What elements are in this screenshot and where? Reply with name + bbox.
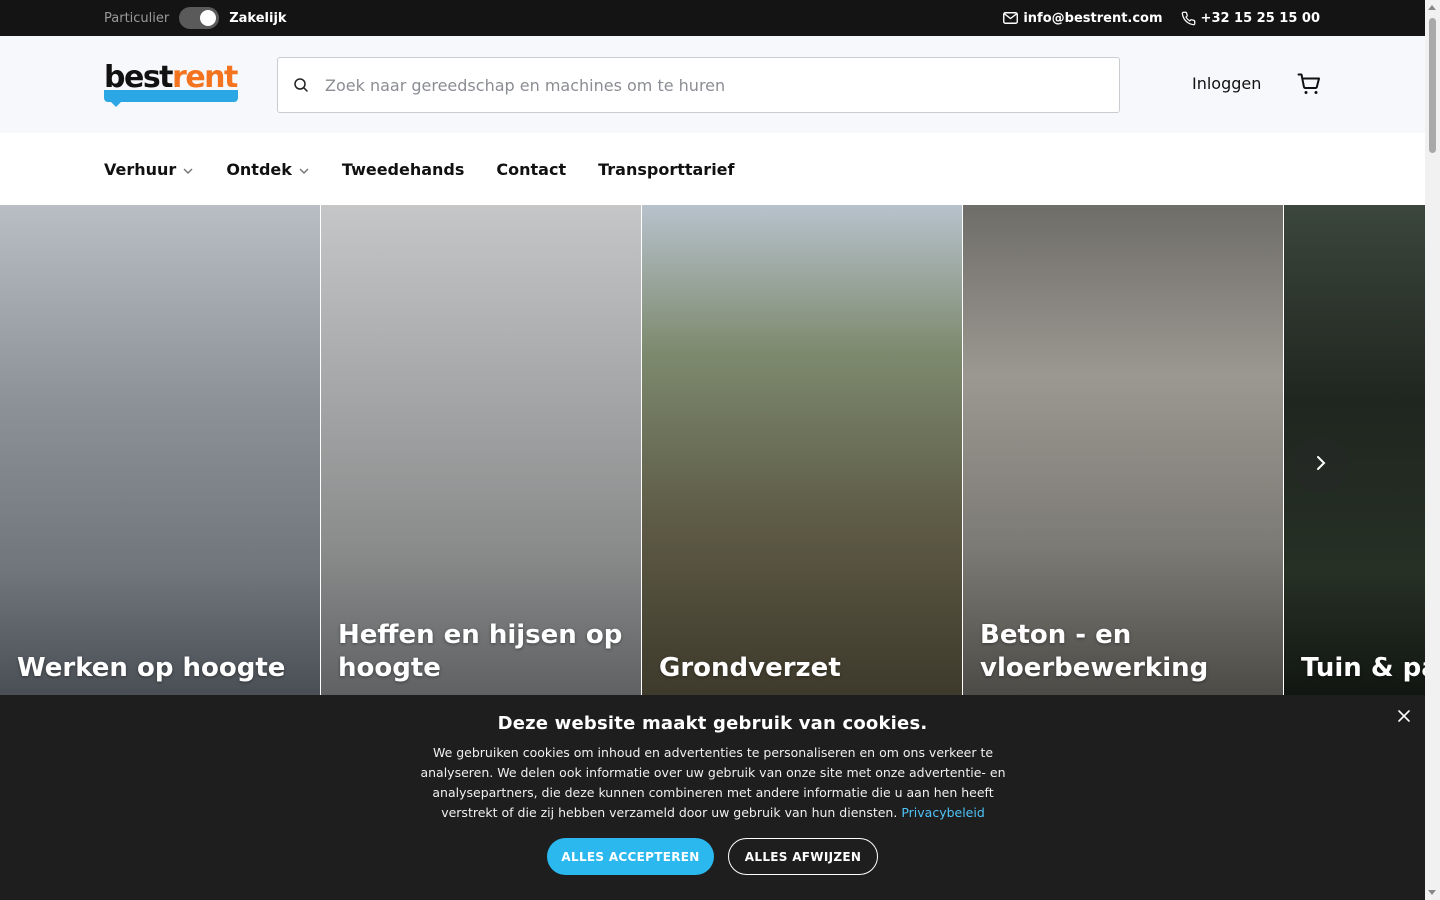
- category-tile-heffen-en-hijsen[interactable]: Heffen en hijsen op hoogte: [321, 205, 641, 695]
- nav-item-verhuur[interactable]: Verhuur: [104, 160, 194, 179]
- category-tile-werken-op-hoogte[interactable]: Werken op hoogte: [0, 205, 320, 695]
- chevron-down-icon: [298, 160, 310, 179]
- logo-wordmark: bestrent: [104, 63, 238, 93]
- category-tile-grondverzet[interactable]: Grondverzet: [642, 205, 962, 695]
- main-nav: Verhuur Ontdek Tweedehands Contact Trans…: [0, 133, 1425, 205]
- logo-best: best: [104, 60, 174, 95]
- scroll-down-arrow-icon[interactable]: [1428, 890, 1436, 895]
- customer-type-toggle[interactable]: [179, 7, 220, 29]
- customer-type-switch: Particulier Zakelijk: [104, 0, 287, 36]
- category-tile-label: Tuin & par: [1301, 653, 1425, 683]
- cookie-body: We gebruiken cookies om inhoud en advert…: [408, 743, 1018, 823]
- nav-label: Transporttarief: [598, 159, 735, 179]
- zakelijk-label[interactable]: Zakelijk: [229, 11, 286, 26]
- privacy-policy-link[interactable]: Privacybeleid: [901, 805, 984, 820]
- nav-item-transporttarief[interactable]: Transporttarief: [598, 160, 734, 179]
- carousel-next-button[interactable]: [1293, 437, 1349, 493]
- search-box[interactable]: [277, 57, 1120, 113]
- category-tile-label: Beton - en vloerbewerking: [980, 620, 1209, 683]
- nav-label: Contact: [496, 159, 567, 179]
- close-icon: [1397, 708, 1411, 727]
- email-text: info@bestrent.com: [1023, 10, 1163, 26]
- nav-label: Ontdek: [226, 159, 292, 179]
- cart-icon: [1297, 73, 1321, 100]
- toggle-knob: [200, 10, 217, 26]
- scroll-up-arrow-icon[interactable]: [1428, 5, 1436, 10]
- category-carousel: Werken op hoogte Heffen en hijsen op hoo…: [0, 205, 1425, 695]
- cookie-banner: Deze website maakt gebruik van cookies. …: [0, 695, 1425, 900]
- accept-all-cookies-button[interactable]: ALLES ACCEPTEREN: [547, 838, 714, 875]
- cookie-title: Deze website maakt gebruik van cookies.: [497, 713, 928, 734]
- email-link[interactable]: info@bestrent.com: [1003, 10, 1163, 26]
- scrollbar-thumb[interactable]: [1429, 18, 1436, 153]
- chevron-right-icon: [1315, 455, 1327, 475]
- reject-all-cookies-button[interactable]: ALLES AFWIJZEN: [728, 838, 878, 875]
- site-header: bestrent Inloggen: [0, 36, 1425, 133]
- login-link[interactable]: Inloggen: [1192, 74, 1261, 93]
- search-input[interactable]: [325, 75, 1085, 95]
- cart-button[interactable]: [1297, 72, 1321, 100]
- logo-rent: rent: [172, 60, 238, 95]
- cookie-close-button[interactable]: [1397, 708, 1411, 727]
- category-tile-label: Grondverzet: [659, 653, 841, 683]
- category-tile-label: Heffen en hijsen op hoogte: [338, 620, 623, 683]
- search-icon: [293, 77, 309, 93]
- nav-label: Tweedehands: [341, 159, 465, 179]
- phone-icon: [1181, 11, 1196, 26]
- bestrent-logo[interactable]: bestrent: [104, 63, 238, 107]
- page-scrollbar[interactable]: [1425, 0, 1440, 900]
- chevron-down-icon: [182, 160, 194, 179]
- nav-label: Verhuur: [104, 159, 177, 179]
- mail-icon: [1003, 12, 1019, 24]
- category-tile-label: Werken op hoogte: [17, 653, 286, 683]
- phone-link[interactable]: +32 15 25 15 00: [1181, 11, 1320, 26]
- particulier-label[interactable]: Particulier: [104, 11, 169, 26]
- top-bar: Particulier Zakelijk info@bestrent.com +…: [0, 0, 1425, 36]
- nav-item-contact[interactable]: Contact: [496, 160, 566, 179]
- nav-item-tweedehands[interactable]: Tweedehands: [342, 160, 465, 179]
- category-tile-beton-en-vloerbewerking[interactable]: Beton - en vloerbewerking: [963, 205, 1283, 695]
- phone-text: +32 15 25 15 00: [1200, 10, 1320, 26]
- nav-item-ontdek[interactable]: Ontdek: [226, 160, 310, 179]
- contact-info: info@bestrent.com +32 15 25 15 00: [1003, 0, 1320, 36]
